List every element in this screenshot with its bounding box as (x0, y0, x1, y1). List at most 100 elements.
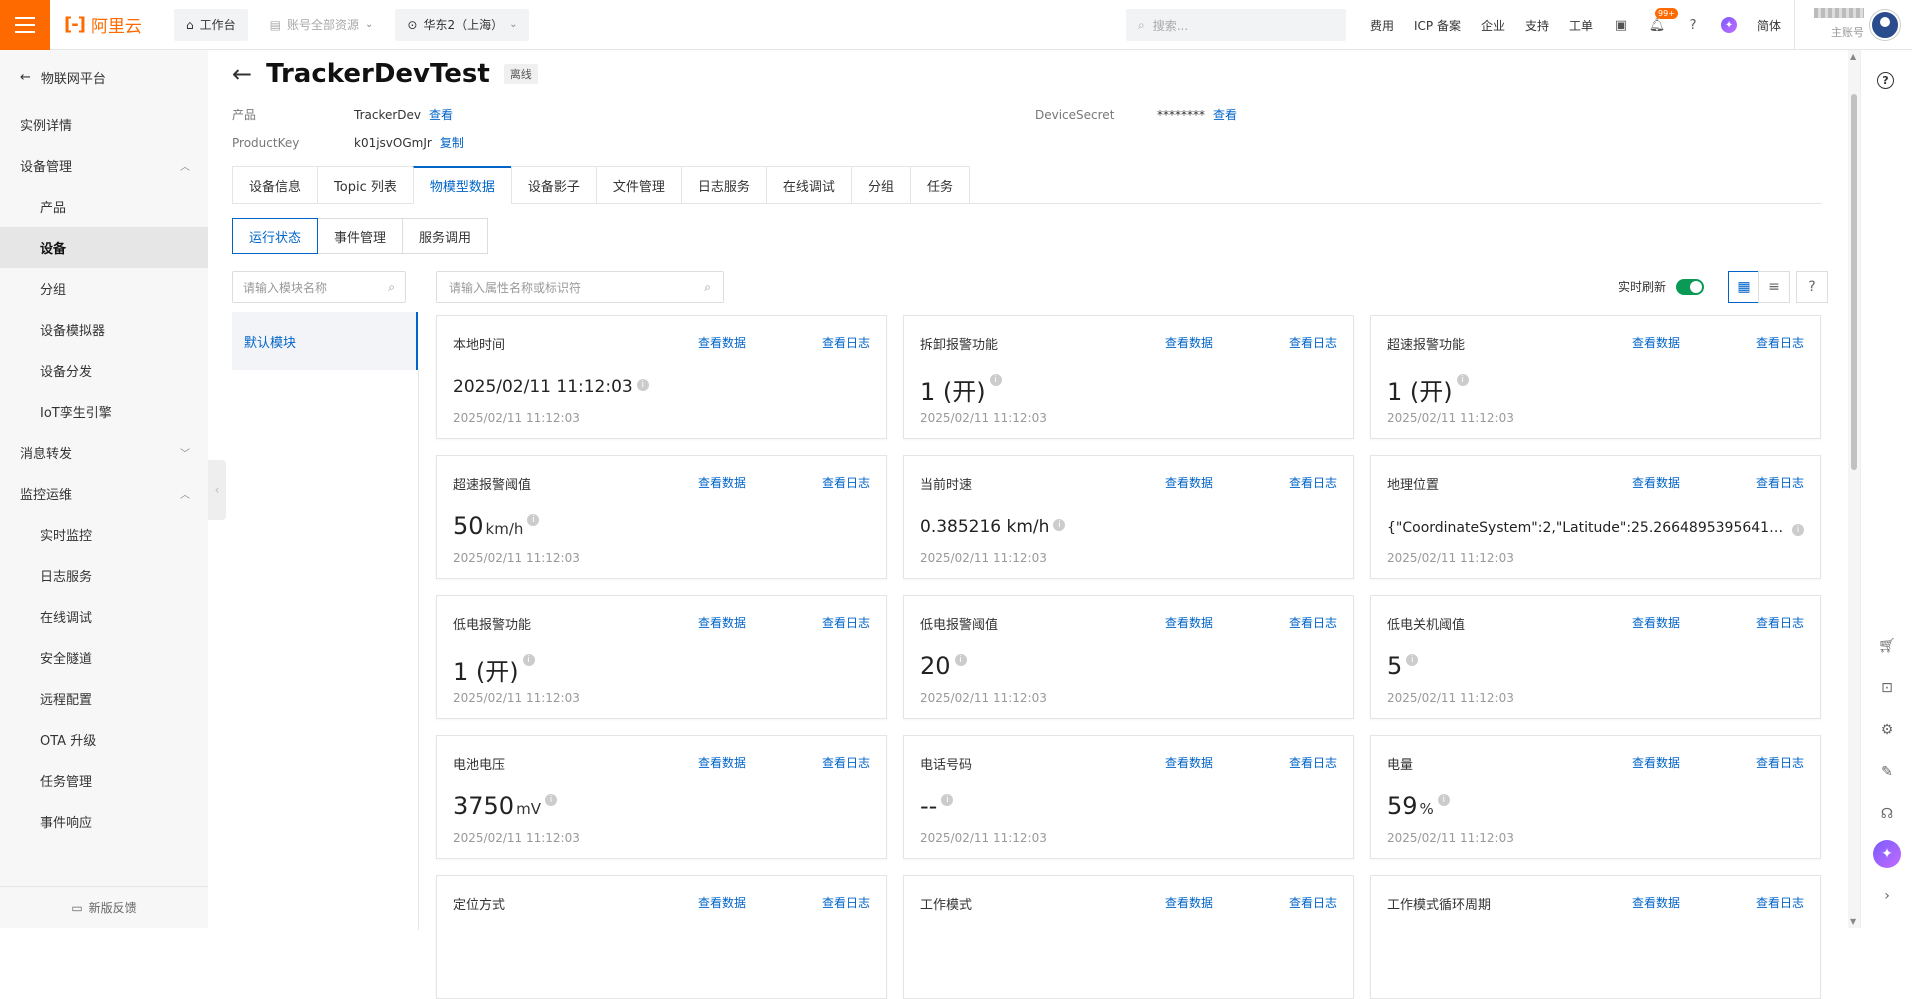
view-data-link[interactable]: 查看数据 (1165, 334, 1213, 353)
tab[interactable]: 在线调试 (765, 166, 851, 204)
sidebar-item[interactable]: 日志服务 (0, 555, 208, 596)
terminal-icon[interactable]: ▣ (1613, 17, 1629, 33)
resource-selector[interactable]: ▤ 账号全部资源 ⌄ (258, 9, 386, 41)
sidebar-item[interactable]: 设备模拟器 (0, 309, 208, 350)
sidebar-item[interactable]: 设备分发 (0, 350, 208, 391)
nav-ticket[interactable]: 工单 (1569, 17, 1593, 34)
info-icon[interactable]: i (1456, 374, 1469, 386)
sidebar-item[interactable]: 在线调试 (0, 596, 208, 637)
sidebar-item[interactable]: 安全隧道 (0, 637, 208, 678)
view-data-link[interactable]: 查看数据 (1632, 474, 1680, 493)
view-data-link[interactable]: 查看数据 (698, 334, 746, 353)
help-icon[interactable]: ? (1685, 17, 1701, 33)
info-icon[interactable]: i (941, 794, 954, 806)
tab[interactable]: 任务 (909, 166, 970, 204)
nav-enterprise[interactable]: 企业 (1481, 17, 1505, 34)
back-to-iot-platform[interactable]: ← 物联网平台 (0, 50, 208, 104)
sidebar-item[interactable]: 实例详情 (0, 104, 208, 145)
view-log-link[interactable]: 查看日志 (822, 334, 870, 353)
tab[interactable]: Topic 列表 (317, 166, 413, 204)
info-icon[interactable]: i (1053, 519, 1066, 531)
module-search-input[interactable]: 请输入模块名称 ⌕ (232, 271, 406, 303)
headset-icon[interactable]: ☊ (1877, 804, 1897, 824)
sidebar-item[interactable]: 消息转发 ﹀ (0, 432, 208, 473)
info-icon[interactable]: i (989, 374, 1002, 386)
scroll-down-icon[interactable]: ▼ (1850, 917, 1856, 926)
realtime-toggle[interactable] (1676, 278, 1705, 295)
sidebar-item[interactable]: 监控运维 ︿ (0, 473, 208, 514)
sidebar-collapse-handle[interactable]: ‹ (208, 460, 226, 520)
chip-icon[interactable]: ⊡ (1877, 678, 1897, 698)
devicesecret-view-link[interactable]: 查看 (1213, 108, 1237, 122)
tab[interactable]: 分组 (850, 166, 910, 204)
info-icon[interactable]: i (1437, 794, 1450, 806)
tab[interactable]: 设备影子 (510, 166, 596, 204)
scrollbar[interactable]: ▲ ▼ (1848, 50, 1860, 928)
help-button[interactable]: ? (1796, 271, 1828, 303)
nav-billing[interactable]: 费用 (1370, 17, 1394, 34)
view-log-link[interactable]: 查看日志 (1289, 474, 1337, 493)
sidebar-item[interactable]: 任务管理 (0, 760, 208, 801)
tab[interactable]: 日志服务 (680, 166, 766, 204)
tab[interactable]: 物模型数据 (412, 166, 511, 204)
module-default[interactable]: 默认模块 (232, 312, 418, 370)
list-view-button[interactable]: ≡ (1758, 271, 1790, 303)
sidebar-item[interactable]: 设备管理 ︿ (0, 145, 208, 186)
cart-icon[interactable]: 🛒︎ (1877, 636, 1897, 656)
view-log-link[interactable]: 查看日志 (1756, 334, 1804, 353)
avatar[interactable] (1870, 10, 1900, 40)
sidebar-item[interactable]: OTA 升级 (0, 719, 208, 760)
sub-tab[interactable]: 服务调用 (402, 218, 489, 254)
back-arrow-icon[interactable]: ← (232, 60, 252, 88)
info-icon[interactable]: i (544, 794, 557, 806)
sidebar-item[interactable]: 设备 (0, 227, 208, 268)
view-data-link[interactable]: 查看数据 (1165, 474, 1213, 493)
view-log-link[interactable]: 查看日志 (822, 614, 870, 633)
nav-support[interactable]: 支持 (1525, 17, 1549, 34)
view-data-link[interactable]: 查看数据 (698, 894, 746, 913)
feedback-button[interactable]: ▭ 新版反馈 (0, 886, 208, 928)
menu-icon[interactable] (0, 0, 50, 50)
sidebar-item[interactable]: 产品 (0, 186, 208, 227)
view-log-link[interactable]: 查看日志 (1756, 754, 1804, 773)
region-selector[interactable]: ⊙ 华东2（上海） ⌄ (395, 8, 530, 41)
product-view-link[interactable]: 查看 (429, 108, 453, 122)
account-menu[interactable]: 主账号 (1808, 8, 1864, 40)
view-log-link[interactable]: 查看日志 (1289, 754, 1337, 773)
global-search-input[interactable]: ⌕ 搜索... (1126, 9, 1346, 41)
sidebar-item[interactable]: 实时监控 (0, 514, 208, 555)
view-data-link[interactable]: 查看数据 (698, 474, 746, 493)
info-icon[interactable]: i (1406, 654, 1419, 666)
view-data-link[interactable]: 查看数据 (1632, 754, 1680, 773)
view-data-link[interactable]: 查看数据 (1165, 894, 1213, 913)
info-icon[interactable]: i (636, 379, 649, 391)
ai-assistant-icon[interactable]: ✦ (1721, 17, 1738, 33)
view-data-link[interactable]: 查看数据 (1165, 614, 1213, 633)
workbench-button[interactable]: ⌂ 工作台 (174, 8, 248, 41)
sidebar-item[interactable]: 远程配置 (0, 678, 208, 719)
view-data-link[interactable]: 查看数据 (698, 754, 746, 773)
view-log-link[interactable]: 查看日志 (1756, 894, 1804, 913)
view-data-link[interactable]: 查看数据 (1632, 614, 1680, 633)
info-icon[interactable]: i (954, 654, 967, 666)
view-log-link[interactable]: 查看日志 (1756, 614, 1804, 633)
sidebar-item[interactable]: IoT孪生引擎 (0, 391, 208, 432)
productkey-copy-link[interactable]: 复制 (440, 136, 464, 150)
view-log-link[interactable]: 查看日志 (822, 894, 870, 913)
info-icon[interactable]: i (1792, 524, 1804, 536)
view-log-link[interactable]: 查看日志 (1289, 334, 1337, 353)
sidebar-item[interactable]: 事件响应 (0, 801, 208, 842)
language-switch[interactable]: 简体 (1757, 17, 1781, 34)
sidebar-item[interactable]: 分组 (0, 268, 208, 309)
property-search-input[interactable]: 请输入属性名称或标识符 ⌕ (436, 271, 724, 303)
grid-view-button[interactable]: ▦ (1728, 271, 1760, 303)
view-data-link[interactable]: 查看数据 (698, 614, 746, 633)
help-icon[interactable]: ? (1877, 72, 1894, 89)
chevron-right-icon[interactable]: › (1877, 886, 1897, 906)
tab[interactable]: 文件管理 (595, 166, 681, 204)
scrollbar-thumb[interactable] (1851, 94, 1857, 470)
info-icon[interactable]: i (527, 514, 540, 526)
view-log-link[interactable]: 查看日志 (1756, 474, 1804, 493)
info-icon[interactable]: i (522, 654, 535, 666)
ai-assistant-icon[interactable]: ✦ (1873, 840, 1901, 868)
